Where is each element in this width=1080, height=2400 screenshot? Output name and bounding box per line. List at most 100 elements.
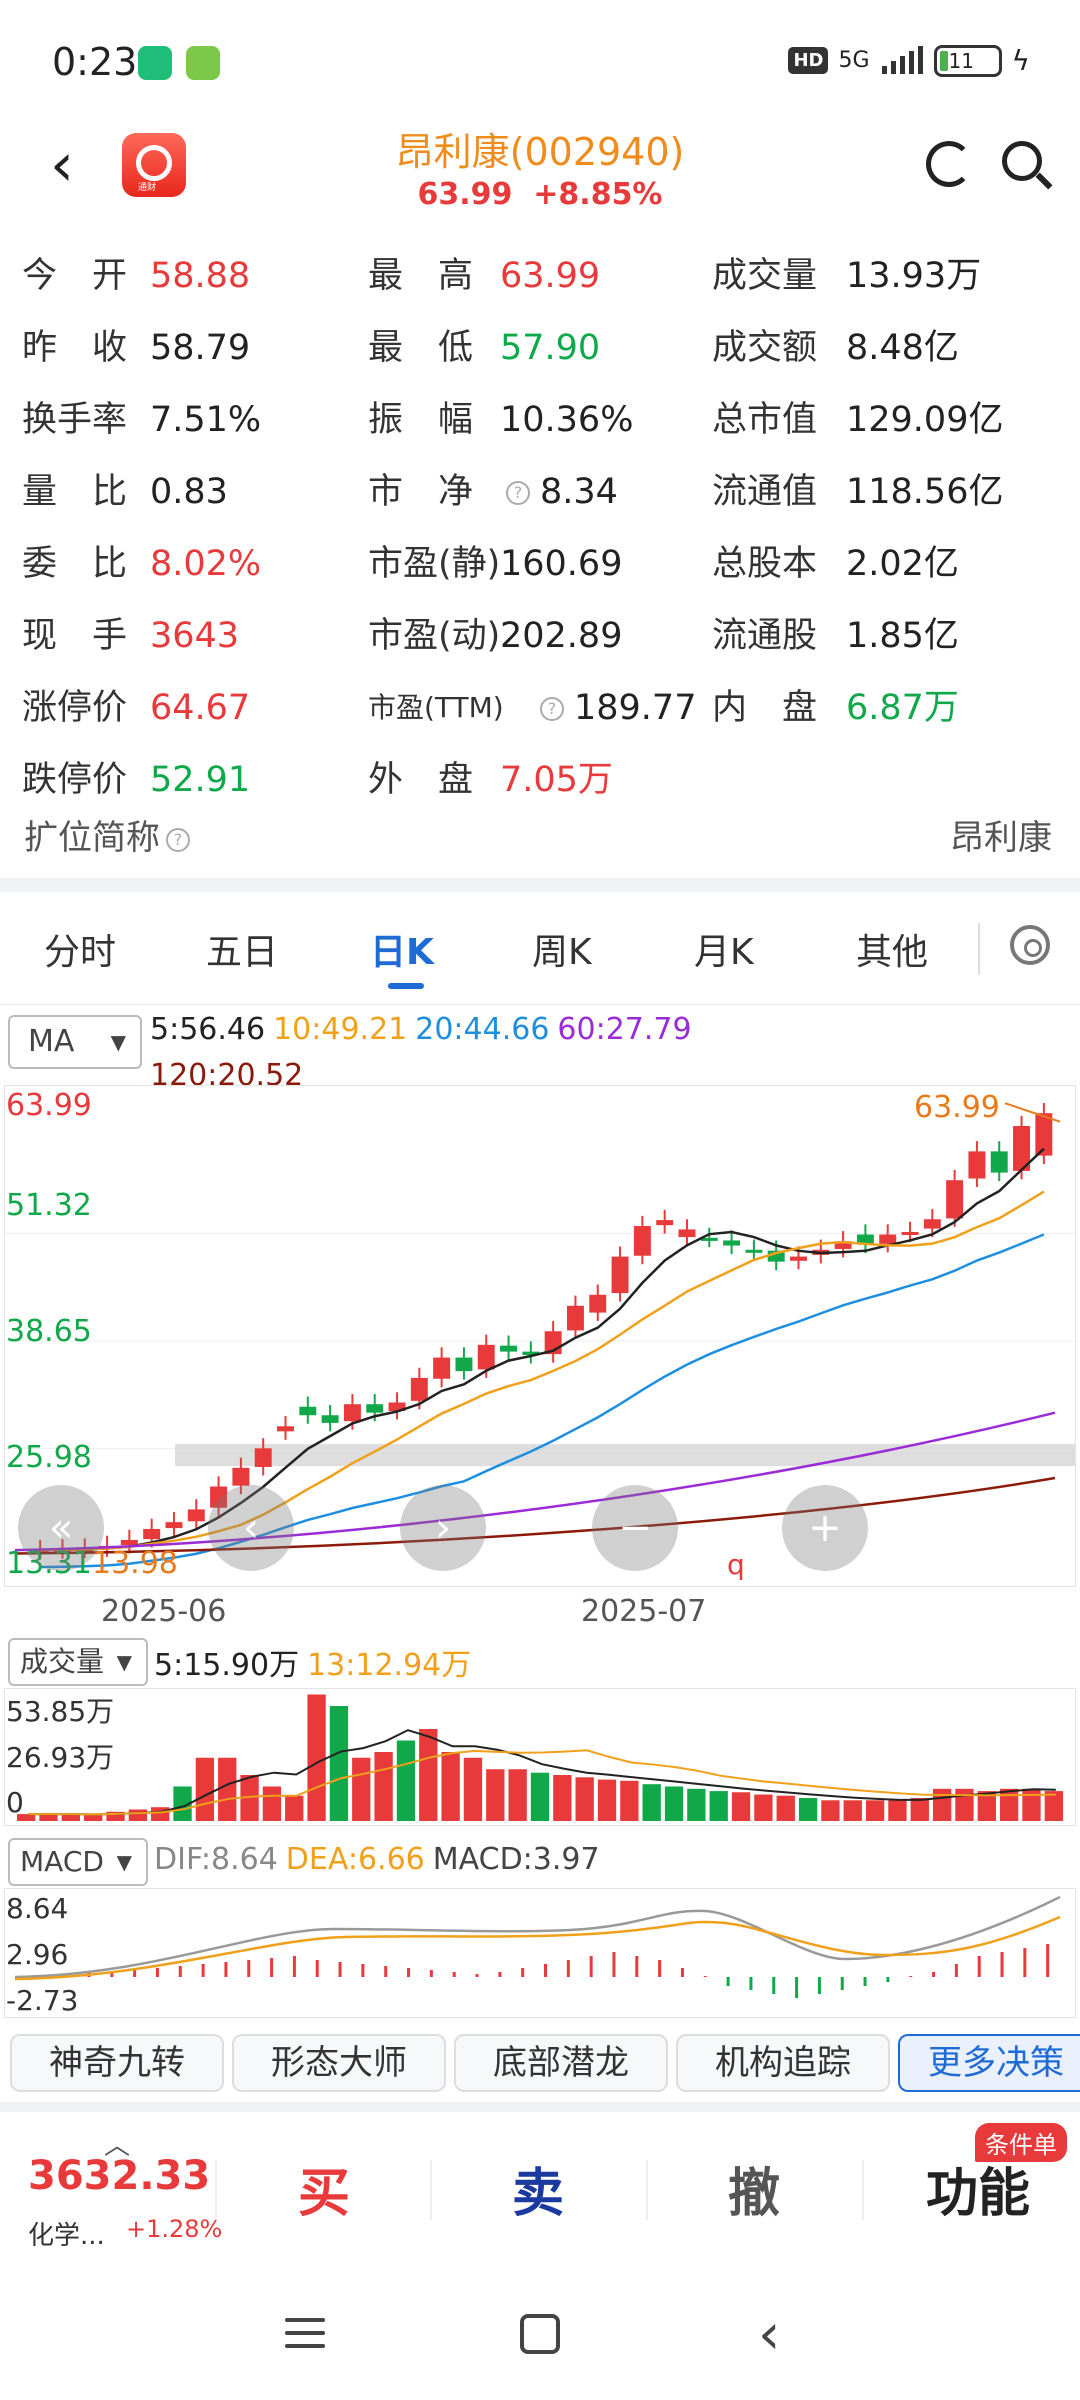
index-name: 化学... xyxy=(28,2221,105,2251)
volume-bar xyxy=(329,1706,349,1821)
menu-icon[interactable] xyxy=(285,2318,325,2357)
chip-magic-nine[interactable]: 神奇九转 xyxy=(10,2034,224,2092)
macd-bar xyxy=(635,1956,639,1977)
stock-price: 63.99 xyxy=(417,177,513,212)
macd-chart[interactable] xyxy=(4,1888,1076,2018)
quote-value: 63.99 xyxy=(500,256,601,296)
cancel-button[interactable]: 撤 xyxy=(728,2151,780,2226)
volume-bar xyxy=(262,1786,282,1821)
y-axis-label: 51.32 xyxy=(6,1188,92,1223)
sell-button[interactable]: 卖 xyxy=(512,2151,564,2226)
buy-button[interactable]: 买 xyxy=(298,2151,350,2226)
volume-bar xyxy=(597,1779,617,1821)
charging-icon: ϟ xyxy=(1011,44,1030,77)
candle xyxy=(968,1151,986,1179)
macd-bar xyxy=(840,1977,844,1990)
quote-label: 今 开 xyxy=(22,256,128,296)
volume-bar xyxy=(463,1757,483,1821)
kline-chart[interactable]: 2025-06 2025-07 xyxy=(4,1085,1077,1629)
expand-label: 扩位简称? xyxy=(24,810,190,859)
conditional-order-badge[interactable]: 条件单 xyxy=(975,2123,1067,2162)
quote-value: ? 189.77 xyxy=(534,672,696,744)
volume-bar xyxy=(932,1788,952,1821)
help-icon[interactable]: ? xyxy=(506,481,530,505)
quote-value: 0.83 xyxy=(150,472,228,512)
legend-item: 5:15.90万 xyxy=(154,1648,300,1683)
refresh-icon[interactable] xyxy=(926,141,972,187)
quote-row: 昨 收 58.79 最 低 57.90 成交额 8.48亿 xyxy=(0,312,1080,384)
macd-bar xyxy=(133,1970,137,1977)
macd-y-mid: 2.96 xyxy=(6,1938,69,1971)
volume-bar xyxy=(575,1777,594,1821)
tab-daily-k[interactable]: 日K xyxy=(370,923,434,975)
macd-bar xyxy=(817,1977,821,1994)
volume-bar xyxy=(419,1729,438,1821)
home-icon[interactable] xyxy=(520,2314,560,2354)
candle xyxy=(946,1180,964,1219)
quote-label: 市盈(TTM) xyxy=(368,691,504,724)
status-time: 0:23 xyxy=(52,40,138,84)
quote-value: ? 8.34 xyxy=(500,456,618,528)
y-axis-label: 25.98 xyxy=(6,1440,92,1475)
candle xyxy=(299,1406,317,1416)
help-icon[interactable]: ? xyxy=(540,697,564,721)
zoom-in-button[interactable]: + xyxy=(782,1485,868,1571)
volume-svg xyxy=(17,1694,1063,1821)
candle xyxy=(277,1426,294,1432)
tab-weekly-k[interactable]: 周K xyxy=(532,923,592,975)
shield-app-icon xyxy=(138,46,172,80)
chip-pattern-master[interactable]: 形态大师 xyxy=(232,2034,446,2092)
stock-title: 昂利康(002940) xyxy=(395,130,685,174)
macd-bar xyxy=(1046,1944,1050,1977)
ma-selector[interactable]: MA ▼ xyxy=(8,1015,142,1069)
search-icon[interactable] xyxy=(1002,141,1042,181)
volume-chart[interactable] xyxy=(4,1688,1076,1826)
legend-item: 13:12.94万 xyxy=(307,1648,472,1683)
scroll-left-button[interactable]: ‹ xyxy=(208,1485,294,1571)
legend-item: DIF:8.64 xyxy=(154,1842,278,1877)
index-price[interactable]: 3632.33 xyxy=(28,2153,210,2199)
quote-value: 10.36% xyxy=(500,400,634,440)
stock-price-line: 63.99 +8.85% xyxy=(0,177,1080,212)
quote-label: 流通值 xyxy=(712,472,818,512)
tab-intraday[interactable]: 分时 xyxy=(44,923,116,975)
tab-5day[interactable]: 五日 xyxy=(206,923,278,975)
volume-bar xyxy=(821,1800,840,1821)
quote-label: 总股本 xyxy=(712,544,818,584)
quote-label: 市盈(静) xyxy=(368,544,501,584)
macd-bar xyxy=(338,1962,342,1977)
volume-bar xyxy=(664,1786,684,1821)
volume-bar xyxy=(709,1791,728,1821)
status-right: HD 5G 11 ϟ xyxy=(788,44,1030,77)
volume-selector[interactable]: 成交量 ▼ xyxy=(8,1638,148,1686)
quote-label: 最 低 xyxy=(368,328,474,368)
system-nav-bar: ‹ xyxy=(0,2270,1080,2400)
macd-bar xyxy=(795,1977,799,1998)
macd-bar xyxy=(703,1976,707,1977)
macd-selector[interactable]: MACD ▼ xyxy=(8,1838,148,1886)
chip-institution-track[interactable]: 机构追踪 xyxy=(676,2034,890,2092)
legend-item: 10:49.21 xyxy=(273,1012,408,1047)
volume-bar xyxy=(865,1800,885,1821)
gear-icon[interactable] xyxy=(1010,925,1050,965)
chip-more-decisions[interactable]: 更多决策 xyxy=(898,2034,1080,2092)
quote-value: 3643 xyxy=(150,616,240,656)
chip-bottom-dragon[interactable]: 底部潜龙 xyxy=(454,2034,668,2092)
scroll-right-button[interactable]: › xyxy=(400,1485,486,1571)
candle xyxy=(990,1151,1008,1173)
tab-monthly-k[interactable]: 月K xyxy=(694,923,754,975)
quote-row: 量 比 0.83 市 净 ? 8.34 流通值 118.56亿 xyxy=(0,456,1080,528)
y-axis-label: 38.65 xyxy=(6,1314,92,1349)
scroll-first-button[interactable]: « xyxy=(18,1485,104,1571)
macd-bar xyxy=(932,1972,936,1977)
help-icon[interactable]: ? xyxy=(166,827,190,852)
quote-value: 58.79 xyxy=(150,328,251,368)
tab-other[interactable]: 其他 xyxy=(856,923,928,975)
macd-bar xyxy=(977,1956,981,1977)
function-button[interactable]: 功能 xyxy=(926,2151,1030,2226)
zoom-out-button[interactable]: − xyxy=(592,1485,678,1571)
volume-bar xyxy=(776,1795,795,1821)
nav-back-icon[interactable]: ‹ xyxy=(758,2302,780,2367)
volume-bar xyxy=(687,1788,706,1821)
high-pointer xyxy=(1004,1102,1061,1123)
